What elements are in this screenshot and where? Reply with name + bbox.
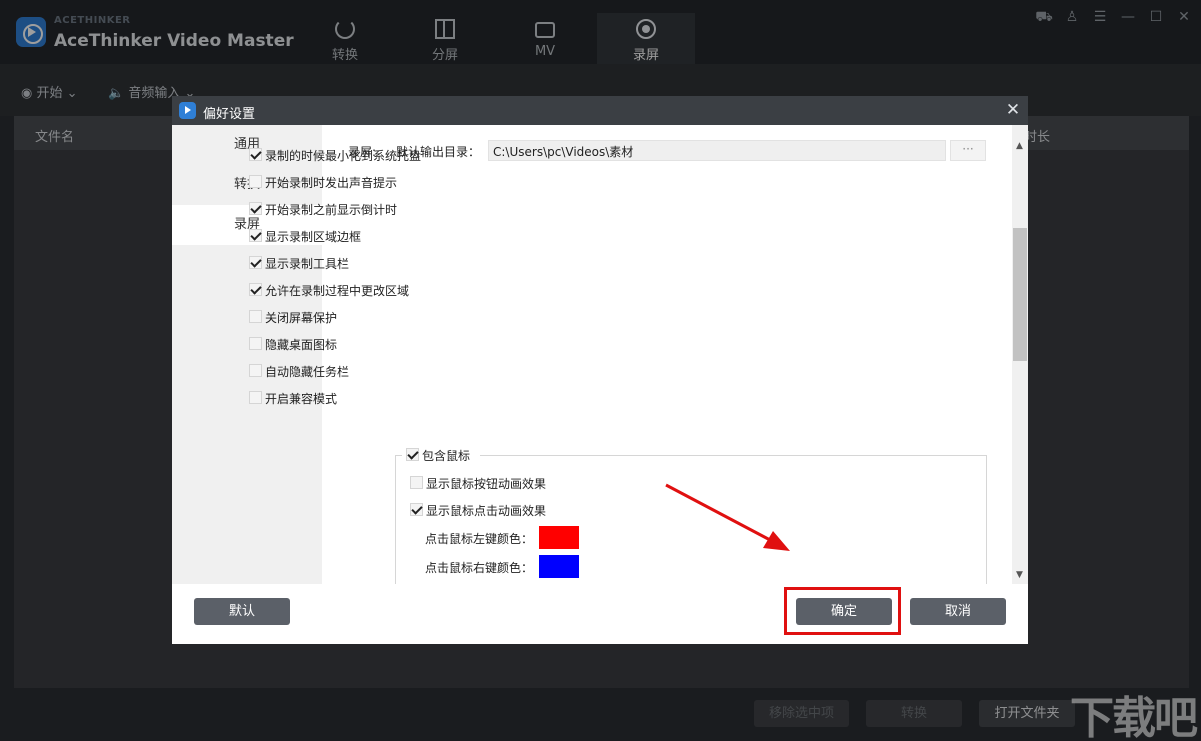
annotation-arrow bbox=[665, 483, 790, 551]
